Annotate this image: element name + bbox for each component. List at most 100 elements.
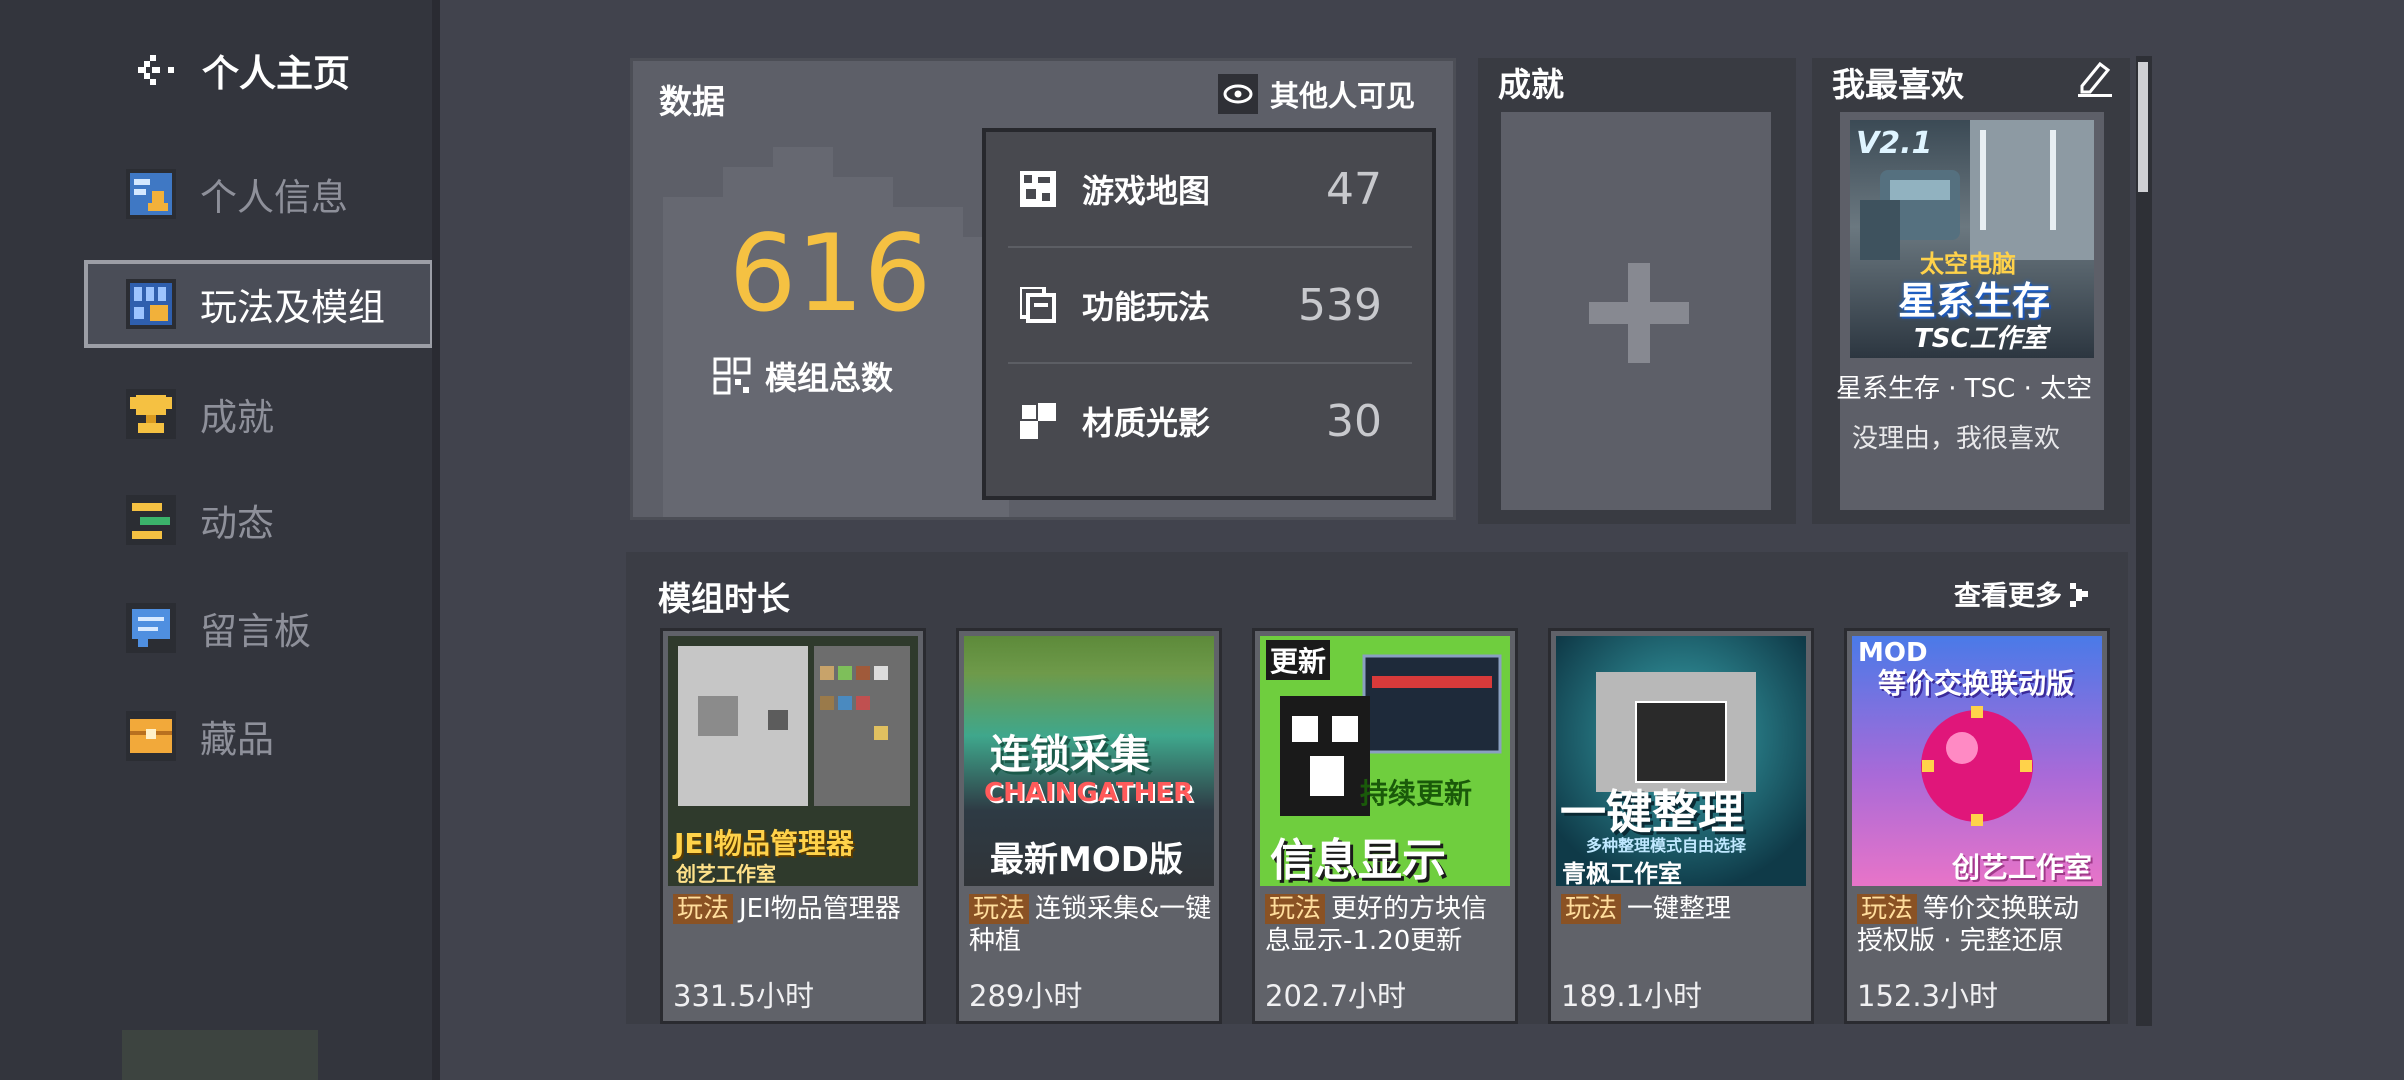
thumb-subtitle: 持续更新	[1360, 777, 1473, 810]
data-panel: 数据 其他人可见 616 模组总数 游戏地图 47 功能玩法 539 材质光影 …	[630, 58, 1456, 520]
sidebar-footer-blur	[122, 1030, 318, 1080]
sidebar-item-profile-info[interactable]: 个人信息	[84, 150, 434, 238]
mod-thumbnail: 连锁采集 CHAINGATHER 最新MOD版	[964, 636, 1214, 886]
grid-icon	[713, 357, 751, 395]
eye-icon	[1217, 74, 1258, 114]
mod-thumbnail: 一键整理 多种整理模式自由选择 青枫工作室	[1556, 636, 1806, 886]
favorites-panel: 我最喜欢 V2.1 太空电脑 星系生存 TSC工作室 星系生存 · TSC · …	[1812, 58, 2130, 524]
sidebar-item-label: 藏品	[200, 718, 274, 761]
chevron-right-icon	[2070, 582, 2088, 607]
page-title: 个人主页	[202, 52, 350, 95]
favorites-title: 我最喜欢	[1832, 65, 1964, 104]
trophy-icon	[126, 389, 176, 439]
mod-card-block-info[interactable]: 更新 持续更新 信息显示 玩法 更好的方块信息显示-1.20更新 202.7小时	[1252, 628, 1518, 1024]
total-mods-count: 616	[728, 212, 932, 335]
stat-value: 539	[1298, 279, 1382, 331]
mod-name-text: JEI物品管理器	[739, 894, 901, 924]
scrollbar-thumb[interactable]	[2138, 62, 2148, 192]
sidebar-item-label: 个人信息	[200, 176, 348, 219]
visibility-toggle[interactable]: 其他人可见	[1217, 69, 1415, 119]
mod-thumbnail: 更新 持续更新 信息显示	[1260, 636, 1510, 886]
stats-box: 游戏地图 47 功能玩法 539 材质光影 30	[982, 128, 1436, 500]
favorite-card[interactable]: V2.1 太空电脑 星系生存 TSC工作室 星系生存 · TSC · 太空 没理…	[1836, 112, 2104, 510]
edit-pencil-icon[interactable]	[2074, 58, 2114, 98]
favorite-name: 星系生存 · TSC · 太空	[1836, 374, 2093, 404]
mod-name-text: 一键整理	[1627, 894, 1732, 924]
thumb-title: 等价交换联动版	[1878, 667, 2075, 700]
thumb-subtitle: 创艺工作室	[1952, 851, 2093, 884]
see-more-label: 查看更多	[1954, 581, 2062, 612]
mod-time: 202.7小时	[1265, 979, 1407, 1013]
thumb-subtitle: 青枫工作室	[1562, 860, 1682, 886]
sidebar: 个人主页 个人信息 玩法及模组 成就 动态 留言板 藏品	[0, 0, 440, 1080]
mod-thumbnail: MOD 等价交换联动版 创艺工作室	[1852, 636, 2102, 886]
activity-icon	[126, 495, 176, 545]
mod-tag: 玩法	[969, 894, 1030, 924]
favorite-comment: 没理由，我很喜欢	[1852, 424, 2061, 454]
stat-label: 游戏地图	[1082, 172, 1211, 210]
sidebar-item-message-board[interactable]: 留言板	[84, 584, 434, 672]
total-mods-label-row: 模组总数	[713, 353, 893, 399]
stat-row-maps: 游戏地图 47	[1008, 132, 1412, 248]
thumb-extra: 多种整理模式自由选择	[1586, 836, 1747, 855]
stat-row-textures: 材质光影 30	[1008, 364, 1412, 478]
sidebar-item-collection[interactable]: 藏品	[84, 692, 434, 780]
sidebar-item-activity[interactable]: 动态	[84, 476, 434, 564]
achievements-panel: 成就	[1478, 58, 1796, 524]
mod-name: 玩法 一键整理	[1561, 893, 1807, 925]
mod-thumbnail: JEI物品管理器 创艺工作室	[668, 636, 918, 886]
message-board-icon	[126, 603, 176, 653]
see-more-link[interactable]: 查看更多	[1954, 574, 2088, 613]
mod-tag: 玩法	[1265, 894, 1326, 924]
mod-time: 331.5小时	[673, 979, 815, 1013]
mod-card-equivalent-exchange[interactable]: MOD 等价交换联动版 创艺工作室 玩法 等价交换联动授权版 · 完整还原 152…	[1844, 628, 2110, 1024]
stat-value: 30	[1326, 395, 1382, 447]
scrollbar-track[interactable]	[2136, 56, 2152, 1026]
sidebar-item-label: 玩法及模组	[200, 286, 385, 329]
mod-card-chaingather[interactable]: 连锁采集 CHAINGATHER 最新MOD版 玩法 连锁采集&一键种植 289小…	[956, 628, 1222, 1024]
id-card-icon	[126, 169, 176, 219]
mod-name: 玩法 连锁采集&一键种植	[969, 893, 1215, 957]
sidebar-item-mods[interactable]: 玩法及模组	[84, 260, 434, 348]
mod-duration-title: 模组时长	[658, 579, 790, 618]
mod-time: 152.3小时	[1857, 979, 1999, 1013]
stat-row-gameplay: 功能玩法 539	[1008, 248, 1412, 364]
visibility-label: 其他人可见	[1269, 79, 1415, 113]
total-mods-label: 模组总数	[765, 359, 894, 397]
sidebar-item-label: 留言板	[200, 610, 311, 653]
back-button[interactable]: 个人主页	[130, 40, 350, 100]
map-icon	[1020, 171, 1056, 207]
sidebar-divider	[432, 0, 440, 1080]
add-achievement-button[interactable]	[1501, 112, 1771, 510]
favorite-thumbnail: V2.1 太空电脑 星系生存 TSC工作室	[1850, 120, 2094, 358]
mod-name: 玩法 等价交换联动授权版 · 完整还原	[1857, 893, 2103, 957]
thumb-extra: 最新MOD版	[990, 840, 1183, 880]
mod-time: 189.1小时	[1561, 979, 1703, 1013]
thumb-version: V2.1	[1856, 126, 1933, 161]
mod-card-jei[interactable]: JEI物品管理器 创艺工作室 玩法 JEI物品管理器 331.5小时	[660, 628, 926, 1024]
mod-tag: 玩法	[1561, 894, 1622, 924]
thumb-title: 信息显示	[1270, 835, 1446, 886]
achievements-title: 成就	[1498, 65, 1564, 104]
thumb-line3: TSC工作室	[1914, 324, 2048, 354]
mod-duration-panel: 模组时长 查看更多 JEI物品管理器 创艺工作室 玩法 JEI物品管理器 331…	[626, 552, 2128, 1024]
texture-icon	[1020, 403, 1056, 439]
thumb-subtitle: 创艺工作室	[676, 862, 776, 886]
stat-label: 材质光影	[1082, 404, 1211, 442]
mod-tag: 玩法	[1857, 894, 1918, 924]
collection-icon	[126, 711, 176, 761]
sidebar-item-label: 成就	[200, 396, 274, 439]
mod-time: 289小时	[969, 979, 1083, 1013]
mods-icon	[126, 279, 176, 329]
thumb-line2: 星系生存	[1898, 279, 2051, 323]
mod-card-sort[interactable]: 一键整理 多种整理模式自由选择 青枫工作室 玩法 一键整理 189.1小时	[1548, 628, 1814, 1024]
thumb-title: 连锁采集	[990, 732, 1150, 778]
stat-label: 功能玩法	[1082, 288, 1211, 326]
sidebar-item-label: 动态	[200, 502, 274, 545]
mod-name: 玩法 更好的方块信息显示-1.20更新	[1265, 893, 1511, 957]
data-panel-title: 数据	[659, 82, 725, 121]
mod-name: 玩法 JEI物品管理器	[673, 893, 919, 925]
thumb-subtitle: CHAINGATHER	[984, 778, 1194, 808]
sidebar-item-achievements[interactable]: 成就	[84, 370, 434, 458]
thumb-extra: 更新	[1266, 640, 1331, 680]
